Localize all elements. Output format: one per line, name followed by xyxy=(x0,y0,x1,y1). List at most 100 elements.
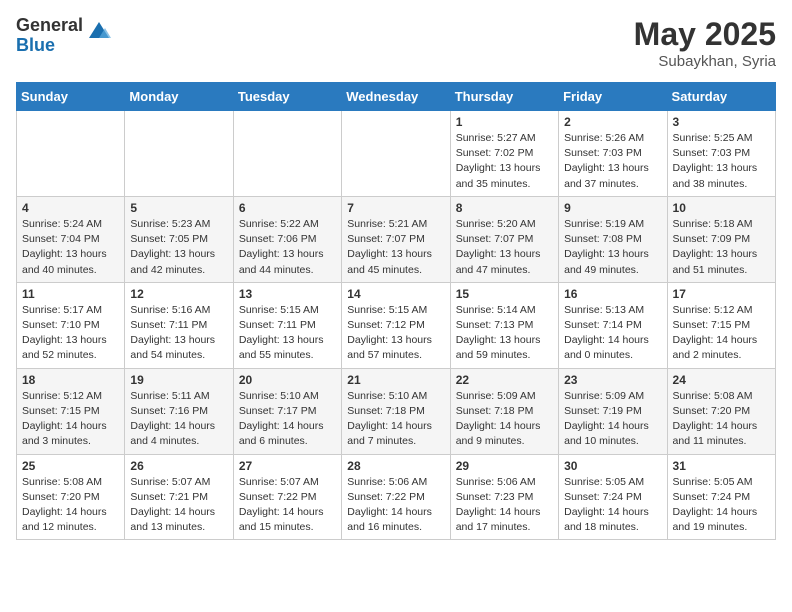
weekday-header: Sunday xyxy=(17,83,125,111)
day-number: 21 xyxy=(347,373,444,387)
day-info: Sunrise: 5:16 AMSunset: 7:11 PMDaylight:… xyxy=(130,303,227,364)
calendar-cell: 19 Sunrise: 5:11 AMSunset: 7:16 PMDayligh… xyxy=(125,368,233,454)
logo: General Blue xyxy=(16,16,113,56)
day-number: 18 xyxy=(22,373,119,387)
calendar-cell: 20 Sunrise: 5:10 AMSunset: 7:17 PMDayligh… xyxy=(233,368,341,454)
calendar-cell: 16 Sunrise: 5:13 AMSunset: 7:14 PMDayligh… xyxy=(559,282,667,368)
calendar-table: SundayMondayTuesdayWednesdayThursdayFrid… xyxy=(16,82,776,540)
day-info: Sunrise: 5:23 AMSunset: 7:05 PMDaylight:… xyxy=(130,217,227,278)
calendar-cell: 28 Sunrise: 5:06 AMSunset: 7:22 PMDayligh… xyxy=(342,454,450,540)
calendar-cell: 8Sunrise: 5:20 AMSunset: 7:07 PMDaylight… xyxy=(450,196,558,282)
day-info: Sunrise: 5:22 AMSunset: 7:06 PMDaylight:… xyxy=(239,217,336,278)
day-number: 23 xyxy=(564,373,661,387)
calendar-cell: 17 Sunrise: 5:12 AMSunset: 7:15 PMDayligh… xyxy=(667,282,775,368)
calendar-cell: 23Sunrise: 5:09 AMSunset: 7:19 PMDayligh… xyxy=(559,368,667,454)
day-number: 15 xyxy=(456,287,553,301)
day-info: Sunrise: 5:19 AMSunset: 7:08 PMDaylight:… xyxy=(564,217,661,278)
day-info: Sunrise: 5:12 AMSunset: 7:15 PMDaylight:… xyxy=(673,303,770,364)
calendar-cell: 14Sunrise: 5:15 AMSunset: 7:12 PMDayligh… xyxy=(342,282,450,368)
day-info: Sunrise: 5:18 AMSunset: 7:09 PMDaylight:… xyxy=(673,217,770,278)
day-number: 30 xyxy=(564,459,661,473)
calendar-week-row: 25Sunrise: 5:08 AMSunset: 7:20 PMDayligh… xyxy=(17,454,776,540)
day-info: Sunrise: 5:14 AMSunset: 7:13 PMDaylight:… xyxy=(456,303,553,364)
logo-general-text: General xyxy=(16,16,83,36)
day-info: Sunrise: 5:08 AMSunset: 7:20 PMDaylight:… xyxy=(22,475,119,536)
day-number: 1 xyxy=(456,115,553,129)
logo-icon xyxy=(85,16,113,44)
day-info: Sunrise: 5:25 AMSunset: 7:03 PMDaylight:… xyxy=(673,131,770,192)
location-subtitle: Subaykhan, Syria xyxy=(634,53,776,70)
calendar-cell xyxy=(125,111,233,197)
weekday-header: Tuesday xyxy=(233,83,341,111)
month-title: May 2025 xyxy=(634,16,776,53)
calendar-cell: 7 Sunrise: 5:21 AMSunset: 7:07 PMDaylight… xyxy=(342,196,450,282)
day-number: 31 xyxy=(673,459,770,473)
calendar-cell: 6 Sunrise: 5:22 AMSunset: 7:06 PMDaylight… xyxy=(233,196,341,282)
calendar-cell: 22 Sunrise: 5:09 AMSunset: 7:18 PMDayligh… xyxy=(450,368,558,454)
calendar-week-row: 11 Sunrise: 5:17 AMSunset: 7:10 PMDayligh… xyxy=(17,282,776,368)
day-info: Sunrise: 5:20 AMSunset: 7:07 PMDaylight:… xyxy=(456,217,553,278)
calendar-week-row: 1Sunrise: 5:27 AMSunset: 7:02 PMDaylight… xyxy=(17,111,776,197)
day-number: 10 xyxy=(673,201,770,215)
day-number: 17 xyxy=(673,287,770,301)
day-number: 16 xyxy=(564,287,661,301)
day-info: Sunrise: 5:10 AMSunset: 7:18 PMDaylight:… xyxy=(347,389,444,450)
calendar-cell: 11 Sunrise: 5:17 AMSunset: 7:10 PMDayligh… xyxy=(17,282,125,368)
calendar-cell: 1Sunrise: 5:27 AMSunset: 7:02 PMDaylight… xyxy=(450,111,558,197)
day-info: Sunrise: 5:09 AMSunset: 7:18 PMDaylight:… xyxy=(456,389,553,450)
day-info: Sunrise: 5:24 AMSunset: 7:04 PMDaylight:… xyxy=(22,217,119,278)
day-number: 19 xyxy=(130,373,227,387)
day-info: Sunrise: 5:05 AMSunset: 7:24 PMDaylight:… xyxy=(673,475,770,536)
title-block: May 2025 Subaykhan, Syria xyxy=(634,16,776,70)
calendar-cell: 25Sunrise: 5:08 AMSunset: 7:20 PMDayligh… xyxy=(17,454,125,540)
day-number: 3 xyxy=(673,115,770,129)
calendar-cell: 31 Sunrise: 5:05 AMSunset: 7:24 PMDayligh… xyxy=(667,454,775,540)
day-number: 4 xyxy=(22,201,119,215)
day-number: 6 xyxy=(239,201,336,215)
day-number: 29 xyxy=(456,459,553,473)
day-info: Sunrise: 5:15 AMSunset: 7:12 PMDaylight:… xyxy=(347,303,444,364)
day-info: Sunrise: 5:10 AMSunset: 7:17 PMDaylight:… xyxy=(239,389,336,450)
calendar-cell: 18 Sunrise: 5:12 AMSunset: 7:15 PMDayligh… xyxy=(17,368,125,454)
day-info: Sunrise: 5:13 AMSunset: 7:14 PMDaylight:… xyxy=(564,303,661,364)
day-info: Sunrise: 5:12 AMSunset: 7:15 PMDaylight:… xyxy=(22,389,119,450)
calendar-header-row: SundayMondayTuesdayWednesdayThursdayFrid… xyxy=(17,83,776,111)
day-info: Sunrise: 5:06 AMSunset: 7:22 PMDaylight:… xyxy=(347,475,444,536)
day-number: 7 xyxy=(347,201,444,215)
calendar-cell: 27Sunrise: 5:07 AMSunset: 7:22 PMDayligh… xyxy=(233,454,341,540)
calendar-cell: 12 Sunrise: 5:16 AMSunset: 7:11 PMDayligh… xyxy=(125,282,233,368)
day-info: Sunrise: 5:08 AMSunset: 7:20 PMDaylight:… xyxy=(673,389,770,450)
calendar-cell: 26 Sunrise: 5:07 AMSunset: 7:21 PMDayligh… xyxy=(125,454,233,540)
day-info: Sunrise: 5:07 AMSunset: 7:21 PMDaylight:… xyxy=(130,475,227,536)
calendar-cell xyxy=(342,111,450,197)
calendar-cell: 24Sunrise: 5:08 AMSunset: 7:20 PMDayligh… xyxy=(667,368,775,454)
day-info: Sunrise: 5:21 AMSunset: 7:07 PMDaylight:… xyxy=(347,217,444,278)
day-info: Sunrise: 5:11 AMSunset: 7:16 PMDaylight:… xyxy=(130,389,227,450)
day-number: 12 xyxy=(130,287,227,301)
weekday-header: Monday xyxy=(125,83,233,111)
calendar-cell: 3 Sunrise: 5:25 AMSunset: 7:03 PMDaylight… xyxy=(667,111,775,197)
calendar-cell: 10 Sunrise: 5:18 AMSunset: 7:09 PMDayligh… xyxy=(667,196,775,282)
day-info: Sunrise: 5:06 AMSunset: 7:23 PMDaylight:… xyxy=(456,475,553,536)
day-number: 20 xyxy=(239,373,336,387)
calendar-cell: 4 Sunrise: 5:24 AMSunset: 7:04 PMDaylight… xyxy=(17,196,125,282)
day-number: 11 xyxy=(22,287,119,301)
day-number: 26 xyxy=(130,459,227,473)
calendar-cell: 21 Sunrise: 5:10 AMSunset: 7:18 PMDayligh… xyxy=(342,368,450,454)
day-number: 2 xyxy=(564,115,661,129)
day-number: 28 xyxy=(347,459,444,473)
logo-blue-text: Blue xyxy=(16,36,83,56)
weekday-header: Wednesday xyxy=(342,83,450,111)
page-header: General Blue May 2025 Subaykhan, Syria xyxy=(16,16,776,70)
day-number: 22 xyxy=(456,373,553,387)
calendar-cell: 29 Sunrise: 5:06 AMSunset: 7:23 PMDayligh… xyxy=(450,454,558,540)
day-info: Sunrise: 5:17 AMSunset: 7:10 PMDaylight:… xyxy=(22,303,119,364)
weekday-header: Friday xyxy=(559,83,667,111)
day-number: 27 xyxy=(239,459,336,473)
weekday-header: Saturday xyxy=(667,83,775,111)
day-number: 9 xyxy=(564,201,661,215)
calendar-cell: 30Sunrise: 5:05 AMSunset: 7:24 PMDayligh… xyxy=(559,454,667,540)
calendar-cell: 15 Sunrise: 5:14 AMSunset: 7:13 PMDayligh… xyxy=(450,282,558,368)
calendar-week-row: 18 Sunrise: 5:12 AMSunset: 7:15 PMDayligh… xyxy=(17,368,776,454)
calendar-cell: 2Sunrise: 5:26 AMSunset: 7:03 PMDaylight… xyxy=(559,111,667,197)
